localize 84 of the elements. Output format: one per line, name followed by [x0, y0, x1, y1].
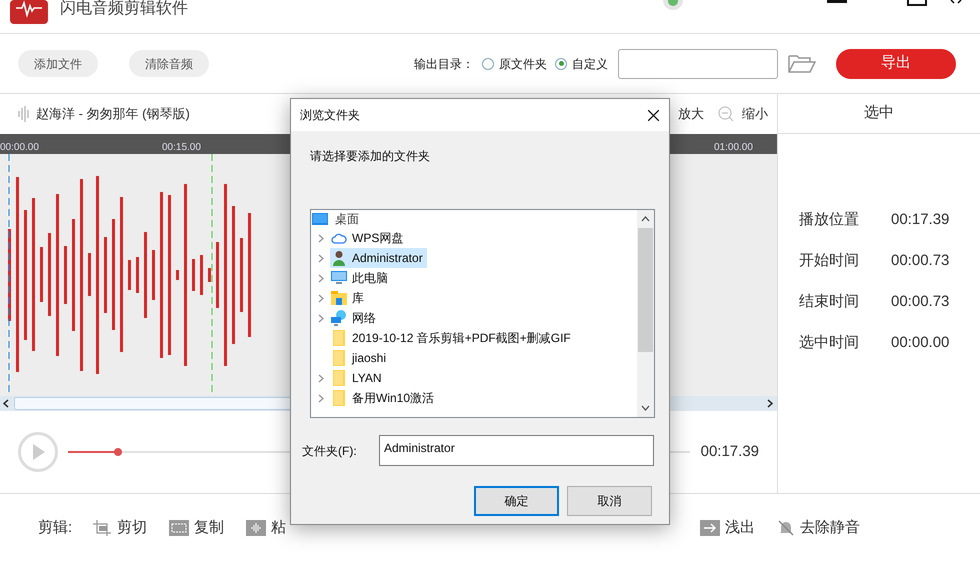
edit-tool-button[interactable]: 粘: [246, 516, 286, 540]
current-time: 00:17.39: [700, 442, 759, 462]
dialog-title: 浏览文件夹: [300, 107, 360, 124]
chevron-right-icon[interactable]: [318, 234, 324, 242]
radio-button[interactable]: [482, 58, 494, 70]
ruler-time-label: 00:15.00: [162, 142, 201, 154]
edit-tool-button[interactable]: 剪切: [92, 516, 148, 540]
folder-icon: [333, 370, 345, 386]
play-button[interactable]: [18, 432, 58, 472]
network-icon: [331, 310, 347, 326]
scroll-left-icon[interactable]: [3, 399, 9, 408]
tree-item[interactable]: 桌面: [334, 210, 360, 228]
toolbar-button[interactable]: 添加文件: [18, 50, 98, 77]
close-icon[interactable]: [950, 0, 962, 4]
folder-name-field[interactable]: Administrator: [379, 435, 654, 466]
chevron-right-icon[interactable]: [318, 374, 324, 382]
muted-bell-icon: [777, 519, 796, 537]
monitor-icon: [331, 271, 347, 285]
zoom-out-icon: [718, 106, 734, 122]
dialog-button[interactable]: 取消: [567, 486, 652, 516]
folder-open-icon[interactable]: [788, 54, 816, 74]
track-title: 赵海洋 - 匆匆那年 (钢琴版): [36, 105, 190, 124]
minimize-icon[interactable]: [827, 0, 847, 4]
info-value: 00:00.00: [891, 332, 950, 353]
copy-icon: [169, 520, 190, 536]
cloud-icon: [331, 232, 347, 244]
toolbar-button[interactable]: 清除音频: [129, 50, 209, 77]
scroll-up-icon[interactable]: [641, 216, 650, 222]
edit-tool-button[interactable]: 去除静音: [777, 516, 860, 540]
zoom-out-button[interactable]: 缩小: [718, 104, 768, 124]
output-path-field[interactable]: [618, 48, 778, 78]
info-label: 开始时间: [799, 250, 860, 271]
radio-label: 原文件夹: [499, 56, 547, 72]
arrow-right-icon: [700, 520, 720, 536]
folder-label: 文件夹(F):: [302, 442, 358, 460]
edit-tool-button[interactable]: 复制: [169, 516, 224, 540]
scroll-right-icon[interactable]: [767, 399, 773, 408]
crop-icon: [92, 519, 112, 537]
tree-item[interactable]: Administrator: [330, 248, 427, 268]
user-icon: [332, 250, 346, 266]
chevron-right-icon[interactable]: [318, 394, 324, 402]
chevron-right-icon[interactable]: [318, 314, 324, 322]
sound-wave-icon: [18, 106, 30, 122]
waveform-icon: [246, 520, 266, 536]
info-value: 00:17.39: [891, 210, 950, 230]
dialog-button[interactable]: 确定: [474, 486, 559, 516]
ruler-time-label: 00:00.00: [0, 142, 39, 154]
tree-item[interactable]: 库: [330, 288, 368, 308]
scroll-down-icon[interactable]: [641, 405, 650, 411]
tree-item[interactable]: 网络: [330, 308, 380, 328]
dialog-prompt: 请选择要添加的文件夹: [310, 148, 431, 165]
folder-icon: [333, 350, 345, 366]
tree-item[interactable]: 备用Win10激活: [330, 388, 438, 408]
tree-item[interactable]: LYAN: [330, 368, 386, 388]
maximize-icon[interactable]: [907, 0, 927, 6]
folder-icon: [333, 330, 345, 346]
export-button[interactable]: 导出: [836, 48, 956, 78]
radio-button[interactable]: [555, 58, 567, 70]
tree-item[interactable]: 2019-10-12 音乐剪辑+PDF截图+删减GIF: [330, 328, 575, 348]
info-label: 播放位置: [799, 210, 860, 230]
folder-icon: [333, 390, 345, 406]
chevron-right-icon[interactable]: [318, 254, 324, 262]
edit-tool-button[interactable]: 浅出: [700, 516, 756, 540]
desktop-icon: [312, 213, 328, 225]
zoom-in-button[interactable]: 放大: [678, 104, 704, 124]
tree-item[interactable]: 此电脑: [330, 268, 392, 288]
info-label: 结束时间: [799, 292, 860, 312]
ruler-time-label: 01:00.00: [714, 142, 753, 154]
avatar-icon[interactable]: [663, 0, 683, 10]
info-label: 选中时间: [799, 332, 860, 353]
info-value: 00:00.73: [891, 250, 950, 271]
output-directory-label: 输出目录：: [414, 56, 474, 72]
close-icon[interactable]: [648, 110, 659, 120]
info-value: 00:00.73: [891, 292, 950, 312]
tree-item[interactable]: WPS网盘: [330, 228, 408, 248]
chevron-right-icon[interactable]: [318, 274, 324, 282]
slider-thumb[interactable]: [114, 448, 122, 456]
library-folder-icon: [331, 291, 347, 305]
tree-item[interactable]: jiaoshi: [330, 348, 390, 368]
scrollbar-thumb[interactable]: [638, 228, 653, 352]
edit-label: 剪辑:: [38, 518, 72, 538]
panel-title: 选中: [864, 103, 894, 124]
chevron-right-icon[interactable]: [318, 294, 324, 302]
radio-label: 自定义: [572, 56, 608, 72]
